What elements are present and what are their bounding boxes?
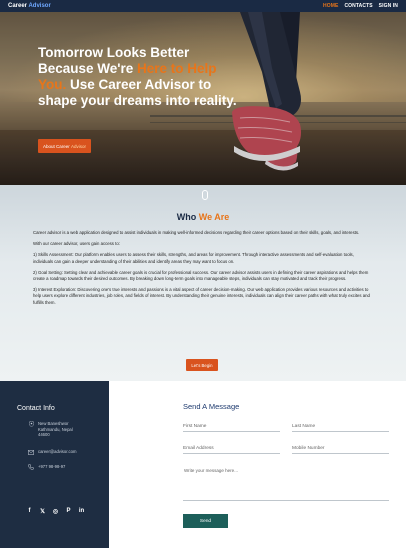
mobile-placeholder: Mobile Number xyxy=(292,446,325,451)
twitter-icon[interactable]: 𝕏 xyxy=(39,508,46,515)
about-section: Who We Are Career advisor is a web appli… xyxy=(0,185,406,381)
contact-email: career@advisor.com xyxy=(28,449,76,455)
nav-link-sign-in[interactable]: SIGN IN xyxy=(379,3,398,9)
brand-logo[interactable]: Career Advisor xyxy=(8,3,51,9)
about-paragraph-skills: 1) Skills Assessment: Our platform enabl… xyxy=(33,252,354,264)
hero-title: Tomorrow Looks Better Because We're Here… xyxy=(38,45,238,109)
hero-button-label: About Career xyxy=(42,143,70,149)
linkedin-icon[interactable]: in xyxy=(78,508,85,515)
contact-address: New Baneshwor Kathmandu, Nepal 44600 xyxy=(28,421,73,438)
about-paragraph-access: With our career advisor, users gain acce… xyxy=(33,241,120,247)
about-paragraph-intro: Career advisor is a web application desi… xyxy=(33,230,360,235)
nav-link-home[interactable]: HOME xyxy=(323,3,338,9)
facebook-icon[interactable]: f xyxy=(26,508,33,515)
nav-link-contacts[interactable]: CONTACTS xyxy=(344,3,372,9)
hero-section: Tomorrow Looks Better Because We're Here… xyxy=(0,12,406,185)
phone-text[interactable]: +977 98-98-97 xyxy=(38,464,65,470)
about-paragraph-goals: 2) Goal Setting: Setting clear and achie… xyxy=(33,269,369,282)
instagram-icon[interactable]: ◎ xyxy=(52,508,59,515)
message-form-panel: Send A Message First Name Last Name Emai… xyxy=(109,381,406,548)
first-name-field[interactable]: First Name xyxy=(183,422,280,432)
email-field[interactable]: Email Address xyxy=(183,444,280,454)
about-career-advisor-button[interactable]: About Career Advisor xyxy=(38,139,91,153)
envelope-icon xyxy=(28,449,34,455)
email-text[interactable]: career@advisor.com xyxy=(38,449,76,455)
message-textarea[interactable]: Write your message here... xyxy=(183,465,389,501)
form-title: Send A Message xyxy=(183,402,240,411)
nav-links: HOME CONTACTS SIGN IN xyxy=(323,3,398,9)
social-links: f 𝕏 ◎ P in xyxy=(26,508,85,515)
last-name-field[interactable]: Last Name xyxy=(292,422,389,432)
contact-info-panel: Contact Info New Baneshwor Kathmandu, Ne… xyxy=(0,381,109,548)
email-placeholder: Email Address xyxy=(183,446,214,451)
about-title-accent: We Are xyxy=(198,212,230,222)
contact-info-title: Contact Info xyxy=(17,405,55,412)
message-placeholder: Write your message here... xyxy=(184,468,238,473)
about-title: Who We Are xyxy=(0,212,406,222)
phone-icon xyxy=(28,464,34,470)
about-paragraph-interests: 3) Interest Exploration: Discovering one… xyxy=(33,287,370,305)
brand-accent: Advisor xyxy=(28,3,51,9)
send-button[interactable]: Send xyxy=(183,514,228,528)
address-line-1: New Baneshwor xyxy=(38,421,69,426)
scroll-mouse-icon xyxy=(202,190,208,200)
brand-main: Career xyxy=(8,3,28,9)
about-text: Career advisor is a web application desi… xyxy=(33,230,375,311)
about-title-main: Who xyxy=(176,212,197,222)
contact-phone: +977 98-98-97 xyxy=(28,464,65,470)
hero-title-part2: Use Career Advisor to shape your dreams … xyxy=(38,77,237,108)
hero-button-accent: Advisor xyxy=(71,143,87,149)
pinterest-icon[interactable]: P xyxy=(65,508,72,515)
mobile-number-field[interactable]: Mobile Number xyxy=(292,444,389,454)
first-name-placeholder: First Name xyxy=(183,424,207,429)
location-pin-icon xyxy=(28,421,34,427)
address-line-3: 44600 xyxy=(38,432,50,437)
last-name-placeholder: Last Name xyxy=(292,424,316,429)
navbar: Career Advisor HOME CONTACTS SIGN IN xyxy=(0,0,406,12)
lets-begin-button[interactable]: Let's Begin xyxy=(186,359,218,371)
